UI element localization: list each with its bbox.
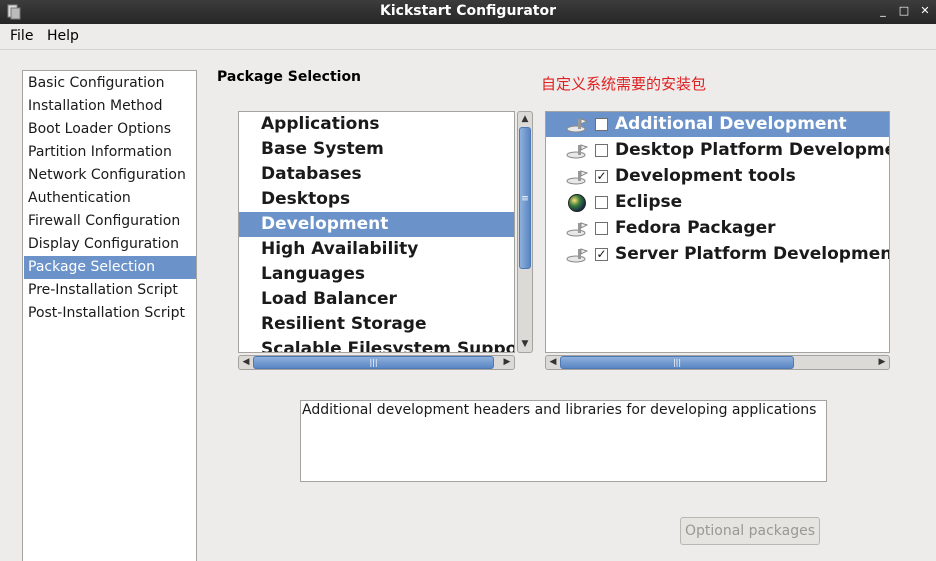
package-group-label: Fedora Packager [615, 218, 776, 238]
sidebar-item-installation-method[interactable]: Installation Method [24, 95, 196, 118]
sidebar-item-boot-loader-options[interactable]: Boot Loader Options [24, 118, 196, 141]
scroll-right-icon[interactable]: ▶ [875, 356, 889, 369]
package-group-checkbox[interactable]: ✓ [595, 248, 608, 261]
menu-help[interactable]: Help [47, 28, 79, 44]
package-group-checkbox[interactable]: ✓ [595, 170, 608, 183]
eclipse-globe-icon [568, 194, 586, 212]
scroll-up-icon[interactable]: ▲ [518, 112, 532, 126]
sidebar-item-network-configuration[interactable]: Network Configuration [24, 164, 196, 187]
sidebar-item-display-configuration[interactable]: Display Configuration [24, 233, 196, 256]
category-item-base-system[interactable]: Base System [239, 137, 514, 162]
package-group-row[interactable]: Eclipse [546, 190, 889, 215]
sidebar-item-pre-installation-script[interactable]: Pre-Installation Script [24, 279, 196, 302]
category-item-languages[interactable]: Languages [239, 262, 514, 287]
scroll-left-icon[interactable]: ◀ [546, 356, 560, 369]
scrollbar-thumb[interactable]: ≡ [519, 127, 531, 269]
package-group-list: Additional Development Desktop Platform … [545, 111, 890, 353]
package-group-checkbox[interactable] [595, 222, 608, 235]
package-description: Additional development headers and libra… [300, 400, 827, 482]
package-group-row[interactable]: ✓ Server Platform Development [546, 242, 890, 267]
package-group-row[interactable]: Additional Development [546, 112, 889, 137]
sidebar-item-partition-information[interactable]: Partition Information [24, 141, 196, 164]
sidebar-item-post-installation-script[interactable]: Post-Installation Script [24, 302, 196, 325]
package-group-row[interactable]: Fedora Packager [546, 216, 889, 241]
package-group-row[interactable]: ✓ Development tools [546, 164, 889, 189]
package-group-icon [566, 222, 588, 237]
category-horizontal-scrollbar[interactable]: ◀ ||| ▶ [238, 355, 515, 370]
category-list: Applications Base System Databases Deskt… [238, 111, 515, 353]
package-group-icon [566, 144, 588, 159]
annotation-text: 自定义系统需要的安装包 [541, 75, 707, 93]
category-item-applications[interactable]: Applications [239, 112, 514, 137]
minimize-icon[interactable]: _ [876, 4, 890, 18]
package-group-icon [566, 170, 588, 185]
scroll-left-icon[interactable]: ◀ [239, 356, 253, 369]
category-item-databases[interactable]: Databases [239, 162, 514, 187]
package-group-label: Eclipse [615, 192, 683, 212]
category-item-desktops[interactable]: Desktops [239, 187, 514, 212]
sidebar-item-basic-configuration[interactable]: Basic Configuration [24, 72, 196, 95]
package-group-checkbox[interactable] [595, 118, 608, 131]
package-group-icon [566, 118, 588, 133]
window-title: Kickstart Configurator [380, 3, 556, 19]
menu-bar: File Help [0, 24, 936, 50]
maximize-icon[interactable]: □ [897, 4, 911, 18]
sidebar-nav: Basic Configuration Installation Method … [22, 70, 197, 561]
sidebar-item-authentication[interactable]: Authentication [24, 187, 196, 210]
title-bar: Kickstart Configurator _ □ ✕ [0, 0, 936, 24]
close-icon[interactable]: ✕ [918, 4, 932, 18]
package-group-label: Development tools [615, 166, 796, 186]
package-group-label: Desktop Platform Development [615, 140, 890, 160]
category-item-scalable-filesystem-support[interactable]: Scalable Filesystem Support [239, 337, 514, 352]
section-title: Package Selection [217, 69, 362, 85]
category-vertical-scrollbar[interactable]: ▲ ≡ ▼ [517, 111, 533, 353]
package-group-label: Server Platform Development [615, 244, 890, 264]
scroll-right-icon[interactable]: ▶ [500, 356, 514, 369]
scroll-down-icon[interactable]: ▼ [518, 337, 532, 351]
package-group-label: Additional Development [615, 114, 847, 134]
category-item-resilient-storage[interactable]: Resilient Storage [239, 312, 514, 337]
sidebar-item-firewall-configuration[interactable]: Firewall Configuration [24, 210, 196, 233]
menu-file[interactable]: File [10, 28, 33, 44]
category-item-load-balancer[interactable]: Load Balancer [239, 287, 514, 312]
scrollbar-thumb[interactable]: ||| [560, 356, 794, 369]
package-group-icon [566, 248, 588, 263]
optional-packages-button[interactable]: Optional packages [680, 517, 820, 545]
scrollbar-thumb[interactable]: ||| [253, 356, 494, 369]
package-group-checkbox[interactable] [595, 144, 608, 157]
sidebar-item-package-selection[interactable]: Package Selection [24, 256, 196, 279]
category-item-high-availability[interactable]: High Availability [239, 237, 514, 262]
package-horizontal-scrollbar[interactable]: ◀ ||| ▶ [545, 355, 890, 370]
category-item-development[interactable]: Development [239, 212, 514, 237]
package-group-row[interactable]: Desktop Platform Development [546, 138, 890, 163]
package-group-checkbox[interactable] [595, 196, 608, 209]
